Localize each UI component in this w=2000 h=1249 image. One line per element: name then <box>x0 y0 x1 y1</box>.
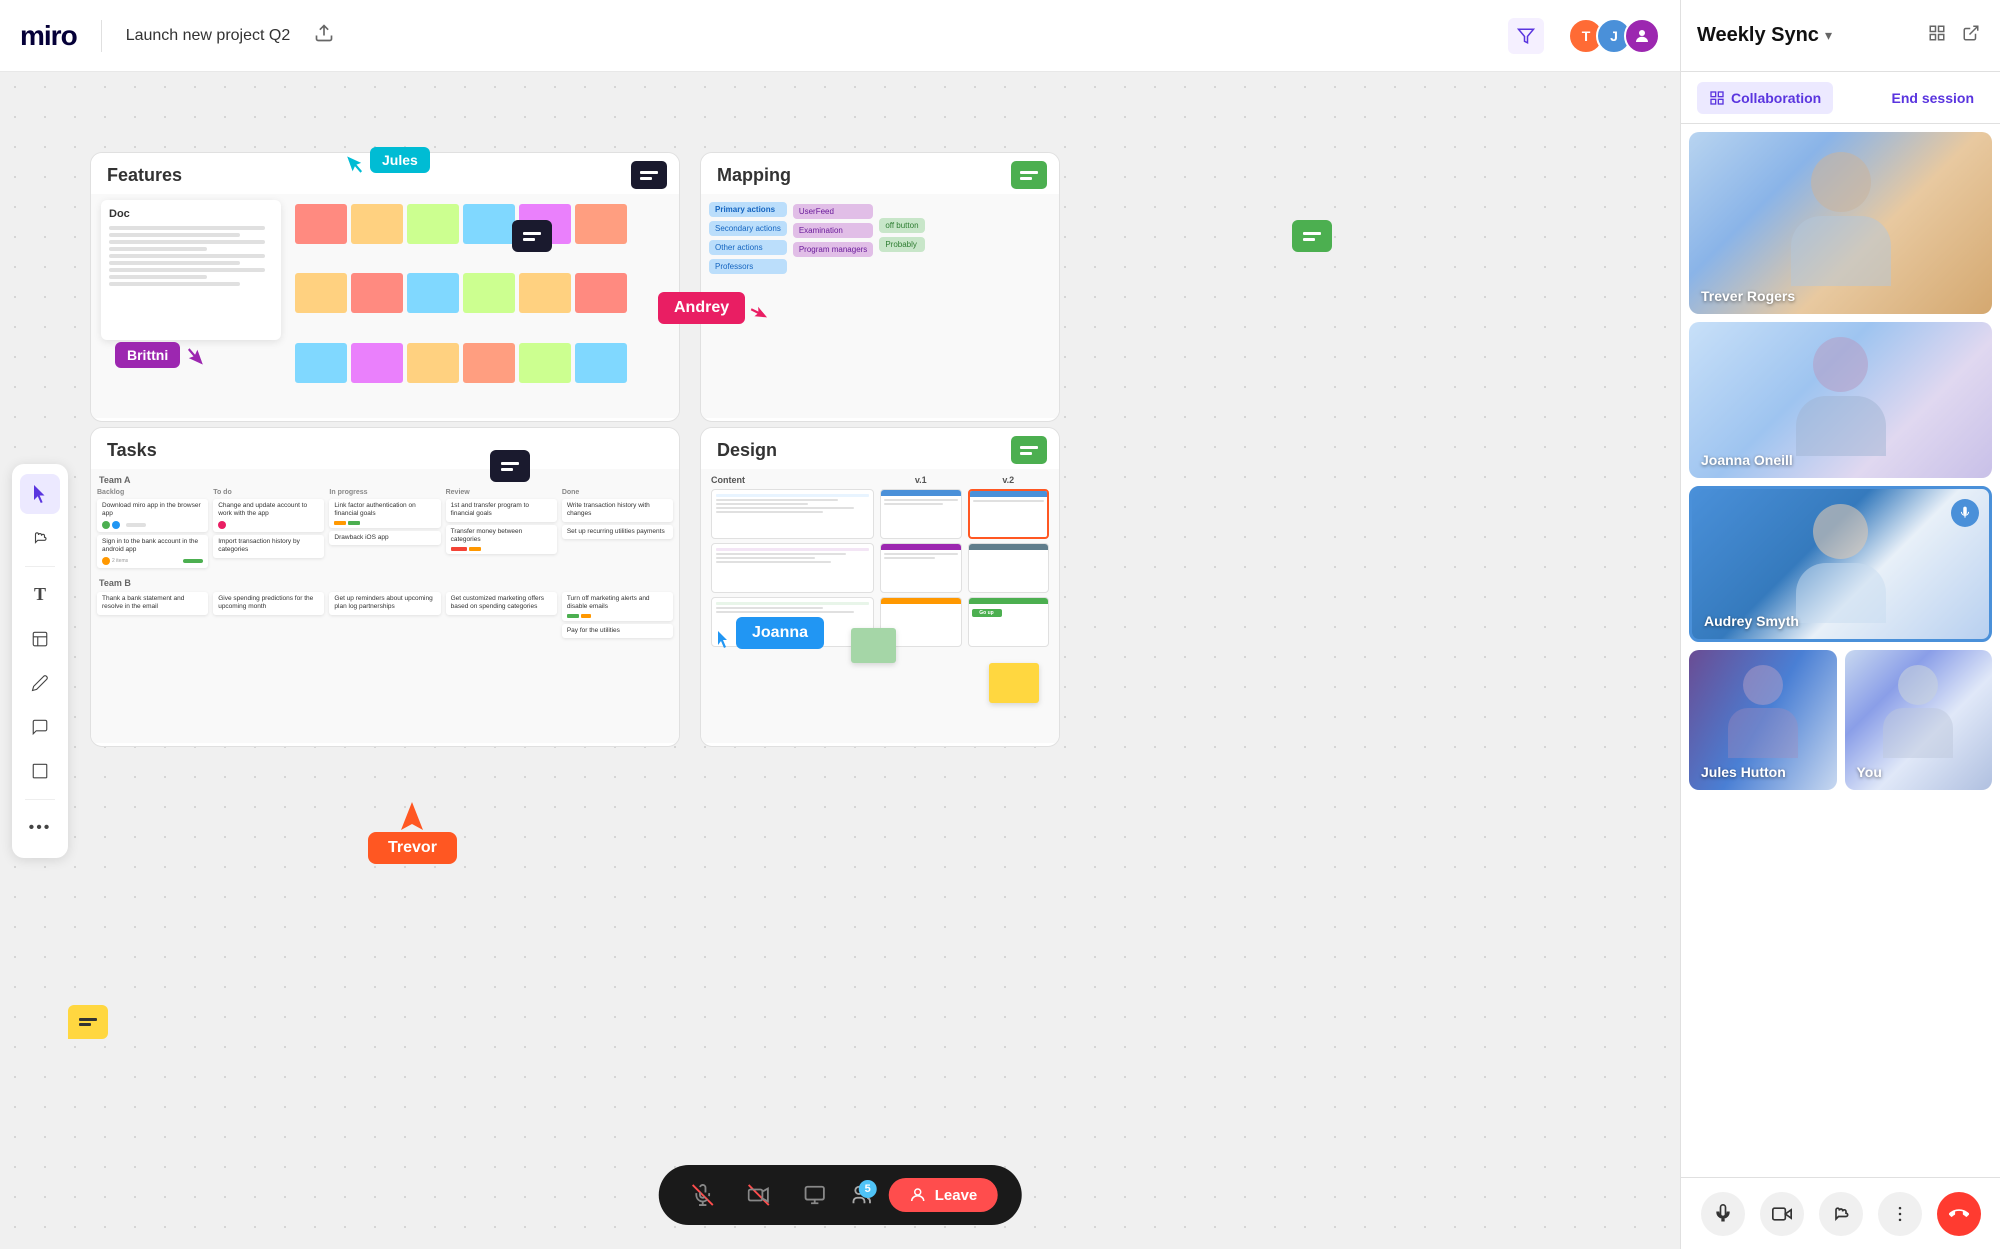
todo-col-b: Give spending predictions for the upcomi… <box>213 592 324 638</box>
trevor-label: Trevor <box>368 832 457 864</box>
panel-meeting-title: Weekly Sync <box>1697 24 1819 47</box>
board-title: Launch new project Q2 <box>126 27 291 45</box>
left-toolbar: T ••• <box>12 464 68 858</box>
features-title: Features <box>91 153 679 194</box>
bottom-toolbar: 5 Leave <box>659 1165 1022 1225</box>
ctrl-mic[interactable] <box>1701 1192 1745 1236</box>
main-canvas-area: miro Launch new project Q2 T J <box>0 0 1680 1249</box>
video-tile-jules: Jules Hutton <box>1689 650 1837 790</box>
panel-controls <box>1681 1177 2000 1249</box>
speaking-icon <box>1951 499 1979 527</box>
video-tile-audrey: Audrey Smyth <box>1689 486 1992 642</box>
frame-tool[interactable] <box>20 751 60 791</box>
features-content: Doc <box>91 194 679 418</box>
you-name: You <box>1857 764 1882 780</box>
right-panel: Weekly Sync ▾ Collab <box>1680 0 2000 1249</box>
hand-tool[interactable] <box>20 518 60 558</box>
features-chat-icon[interactable] <box>631 161 667 189</box>
participants-button[interactable]: 5 <box>851 1184 873 1206</box>
panel-header: Weekly Sync ▾ <box>1681 0 2000 72</box>
tasks-title: Tasks <box>91 428 679 469</box>
doc-card: Doc <box>101 200 281 340</box>
video-grid: Trever Rogers Joanna Oneill Audrey Smyth <box>1681 124 2000 1177</box>
ctrl-more[interactable] <box>1878 1192 1922 1236</box>
more-tools[interactable]: ••• <box>20 808 60 848</box>
backlog-col-b: Thank a bank statement and resolve in th… <box>97 592 208 638</box>
video-tile-you: You <box>1845 650 1993 790</box>
pen-tool[interactable] <box>20 663 60 703</box>
panel-grid-icon[interactable] <box>1924 20 1950 51</box>
comment-tool[interactable] <box>20 707 60 747</box>
filter-button[interactable] <box>1508 18 1544 54</box>
ctrl-camera[interactable] <box>1760 1192 1804 1236</box>
select-tool[interactable] <box>20 474 60 514</box>
logo: miro <box>20 20 77 52</box>
canvas-chat-2[interactable] <box>1292 220 1332 252</box>
jules-hutton-name: Jules Hutton <box>1701 764 1786 780</box>
mapping-chat-icon[interactable] <box>1011 161 1047 189</box>
design-section: Design Content v.1 v.2 <box>700 427 1060 747</box>
video-tile-trever: Trever Rogers <box>1689 132 1992 314</box>
tasks-content: Team A Backlog Download miro app in the … <box>91 469 679 743</box>
video-row-bottom: Jules Hutton You <box>1689 650 1992 790</box>
trevor-cursor: Trevor <box>368 802 457 864</box>
design-content: Content v.1 v.2 <box>701 469 1059 743</box>
panel-title-area: Weekly Sync ▾ <box>1697 24 1832 47</box>
inprogress-col: In progress Link factor authentication o… <box>329 489 440 568</box>
stickies-area <box>291 200 669 412</box>
done-col: Done Write transaction history with chan… <box>562 489 673 568</box>
camera-button[interactable] <box>739 1175 779 1215</box>
panel-tabs: Collaboration End session <box>1681 72 2000 124</box>
mapping-content: Primary actions Secondary actions Other … <box>701 194 1059 418</box>
features-section: Features Doc <box>90 152 680 422</box>
design-title: Design <box>701 428 1059 469</box>
review-col: Review 1st and transfer program to finan… <box>446 489 557 568</box>
header-avatars: T J <box>1568 18 1660 54</box>
mic-button[interactable] <box>683 1175 723 1215</box>
trever-name: Trever Rogers <box>1701 288 1795 304</box>
participant-count: 5 <box>859 1180 877 1198</box>
avatar-3 <box>1624 18 1660 54</box>
inprogress-col-b: Get up reminders about upcoming plan log… <box>329 592 440 638</box>
mapping-diagram: Primary actions Secondary actions Other … <box>701 194 1059 282</box>
canvas-chat-3[interactable] <box>490 450 530 482</box>
done-col-b: Turn off marketing alerts and disable em… <box>562 592 673 638</box>
design-sticky-2 <box>851 628 896 653</box>
team-b-label: Team B <box>99 578 673 588</box>
left-chat-bubble[interactable] <box>68 1005 108 1039</box>
text-tool[interactable]: T <box>20 575 60 615</box>
header-divider <box>101 20 102 52</box>
screenshare-button[interactable] <box>795 1175 835 1215</box>
meeting-dropdown[interactable]: ▾ <box>1825 27 1832 44</box>
video-tile-joanna: Joanna Oneill <box>1689 322 1992 478</box>
mapping-title: Mapping <box>701 153 1059 194</box>
team-a-label: Team A <box>99 475 673 485</box>
upload-button[interactable] <box>306 19 342 53</box>
review-col-b: Get customized marketing offers based on… <box>446 592 557 638</box>
ctrl-hand[interactable] <box>1819 1192 1863 1236</box>
backlog-col: Backlog Download miro app in the browser… <box>97 489 208 568</box>
ctrl-end-call[interactable] <box>1937 1192 1981 1236</box>
end-session-button[interactable]: End session <box>1882 84 1984 112</box>
panel-header-icons <box>1924 20 1984 51</box>
panel-external-link[interactable] <box>1958 20 1984 51</box>
tasks-section: Tasks Team A Backlog Download miro app i… <box>90 427 680 747</box>
canvas-chat-1[interactable] <box>512 220 552 252</box>
sticky-tool[interactable] <box>20 619 60 659</box>
design-chat-icon[interactable] <box>1011 436 1047 464</box>
todo-col: To do Change and update account to work … <box>213 489 324 568</box>
kanban-board: Team A Backlog Download miro app in the … <box>91 469 679 644</box>
canvas[interactable]: T ••• Features <box>0 72 1680 1249</box>
header: miro Launch new project Q2 T J <box>0 0 1680 72</box>
audrey-name: Audrey Smyth <box>1704 613 1799 629</box>
leave-button[interactable]: Leave <box>889 1178 998 1212</box>
joanna-name: Joanna Oneill <box>1701 452 1793 468</box>
collaboration-tab[interactable]: Collaboration <box>1697 82 1833 114</box>
mapping-section: Mapping Primary actions Secondary action… <box>700 152 1060 422</box>
